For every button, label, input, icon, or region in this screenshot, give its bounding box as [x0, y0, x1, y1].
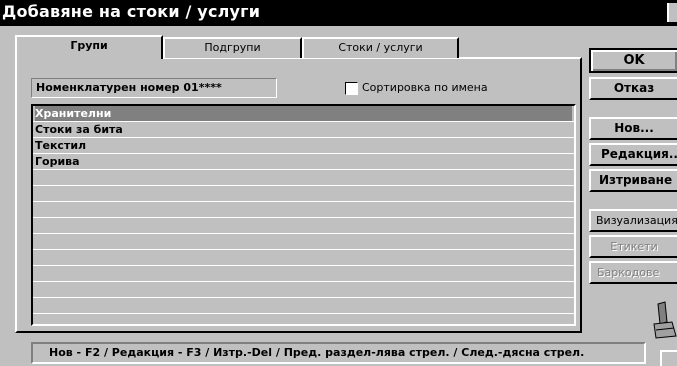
list-item[interactable]: Текстил — [35, 138, 572, 153]
window-title: Добавяне на стоки / услуги — [2, 2, 261, 21]
title-bar[interactable]: Добавяне на стоки / услуги — [0, 0, 677, 26]
edit-button[interactable]: Редакция... — [589, 143, 677, 166]
title-bar-button[interactable] — [667, 3, 677, 22]
delete-button[interactable]: Изтриване — [589, 169, 677, 192]
visualization-button[interactable]: Визуализация — [589, 209, 677, 232]
tab-groups[interactable]: Групи — [15, 35, 163, 59]
status-bar: Нов - F2 / Редакция - F3 / Изтр.-Del / П… — [31, 342, 646, 364]
cancel-button[interactable]: Отказ — [589, 77, 677, 100]
sort-by-name-label[interactable]: Сортировка по имена — [362, 81, 488, 94]
groups-list[interactable]: Хранителни Стоки за бита Текстил Горива — [31, 104, 576, 326]
list-item[interactable]: Горива — [35, 154, 572, 169]
tab-goods-services[interactable]: Стоки / услуги — [302, 37, 459, 58]
tab-subgroups[interactable]: Подгрупи — [163, 37, 302, 58]
list-item[interactable]: Стоки за бита — [35, 122, 572, 137]
resize-corner[interactable] — [660, 350, 677, 366]
nomenclature-number-label: Номенклатурен номер 01**** — [31, 78, 277, 98]
list-item[interactable]: Хранителни — [35, 106, 572, 121]
labels-button[interactable]: Етикети — [589, 235, 677, 258]
scanner-icon — [653, 301, 677, 339]
sort-by-name-checkbox[interactable] — [345, 82, 358, 95]
barcodes-button[interactable]: Баркодове — [589, 261, 677, 284]
ok-button[interactable]: OK — [589, 48, 677, 73]
dialog-window: Добавяне на стоки / услуги Групи Подгруп… — [0, 0, 677, 366]
new-button[interactable]: Нов... — [589, 117, 677, 140]
